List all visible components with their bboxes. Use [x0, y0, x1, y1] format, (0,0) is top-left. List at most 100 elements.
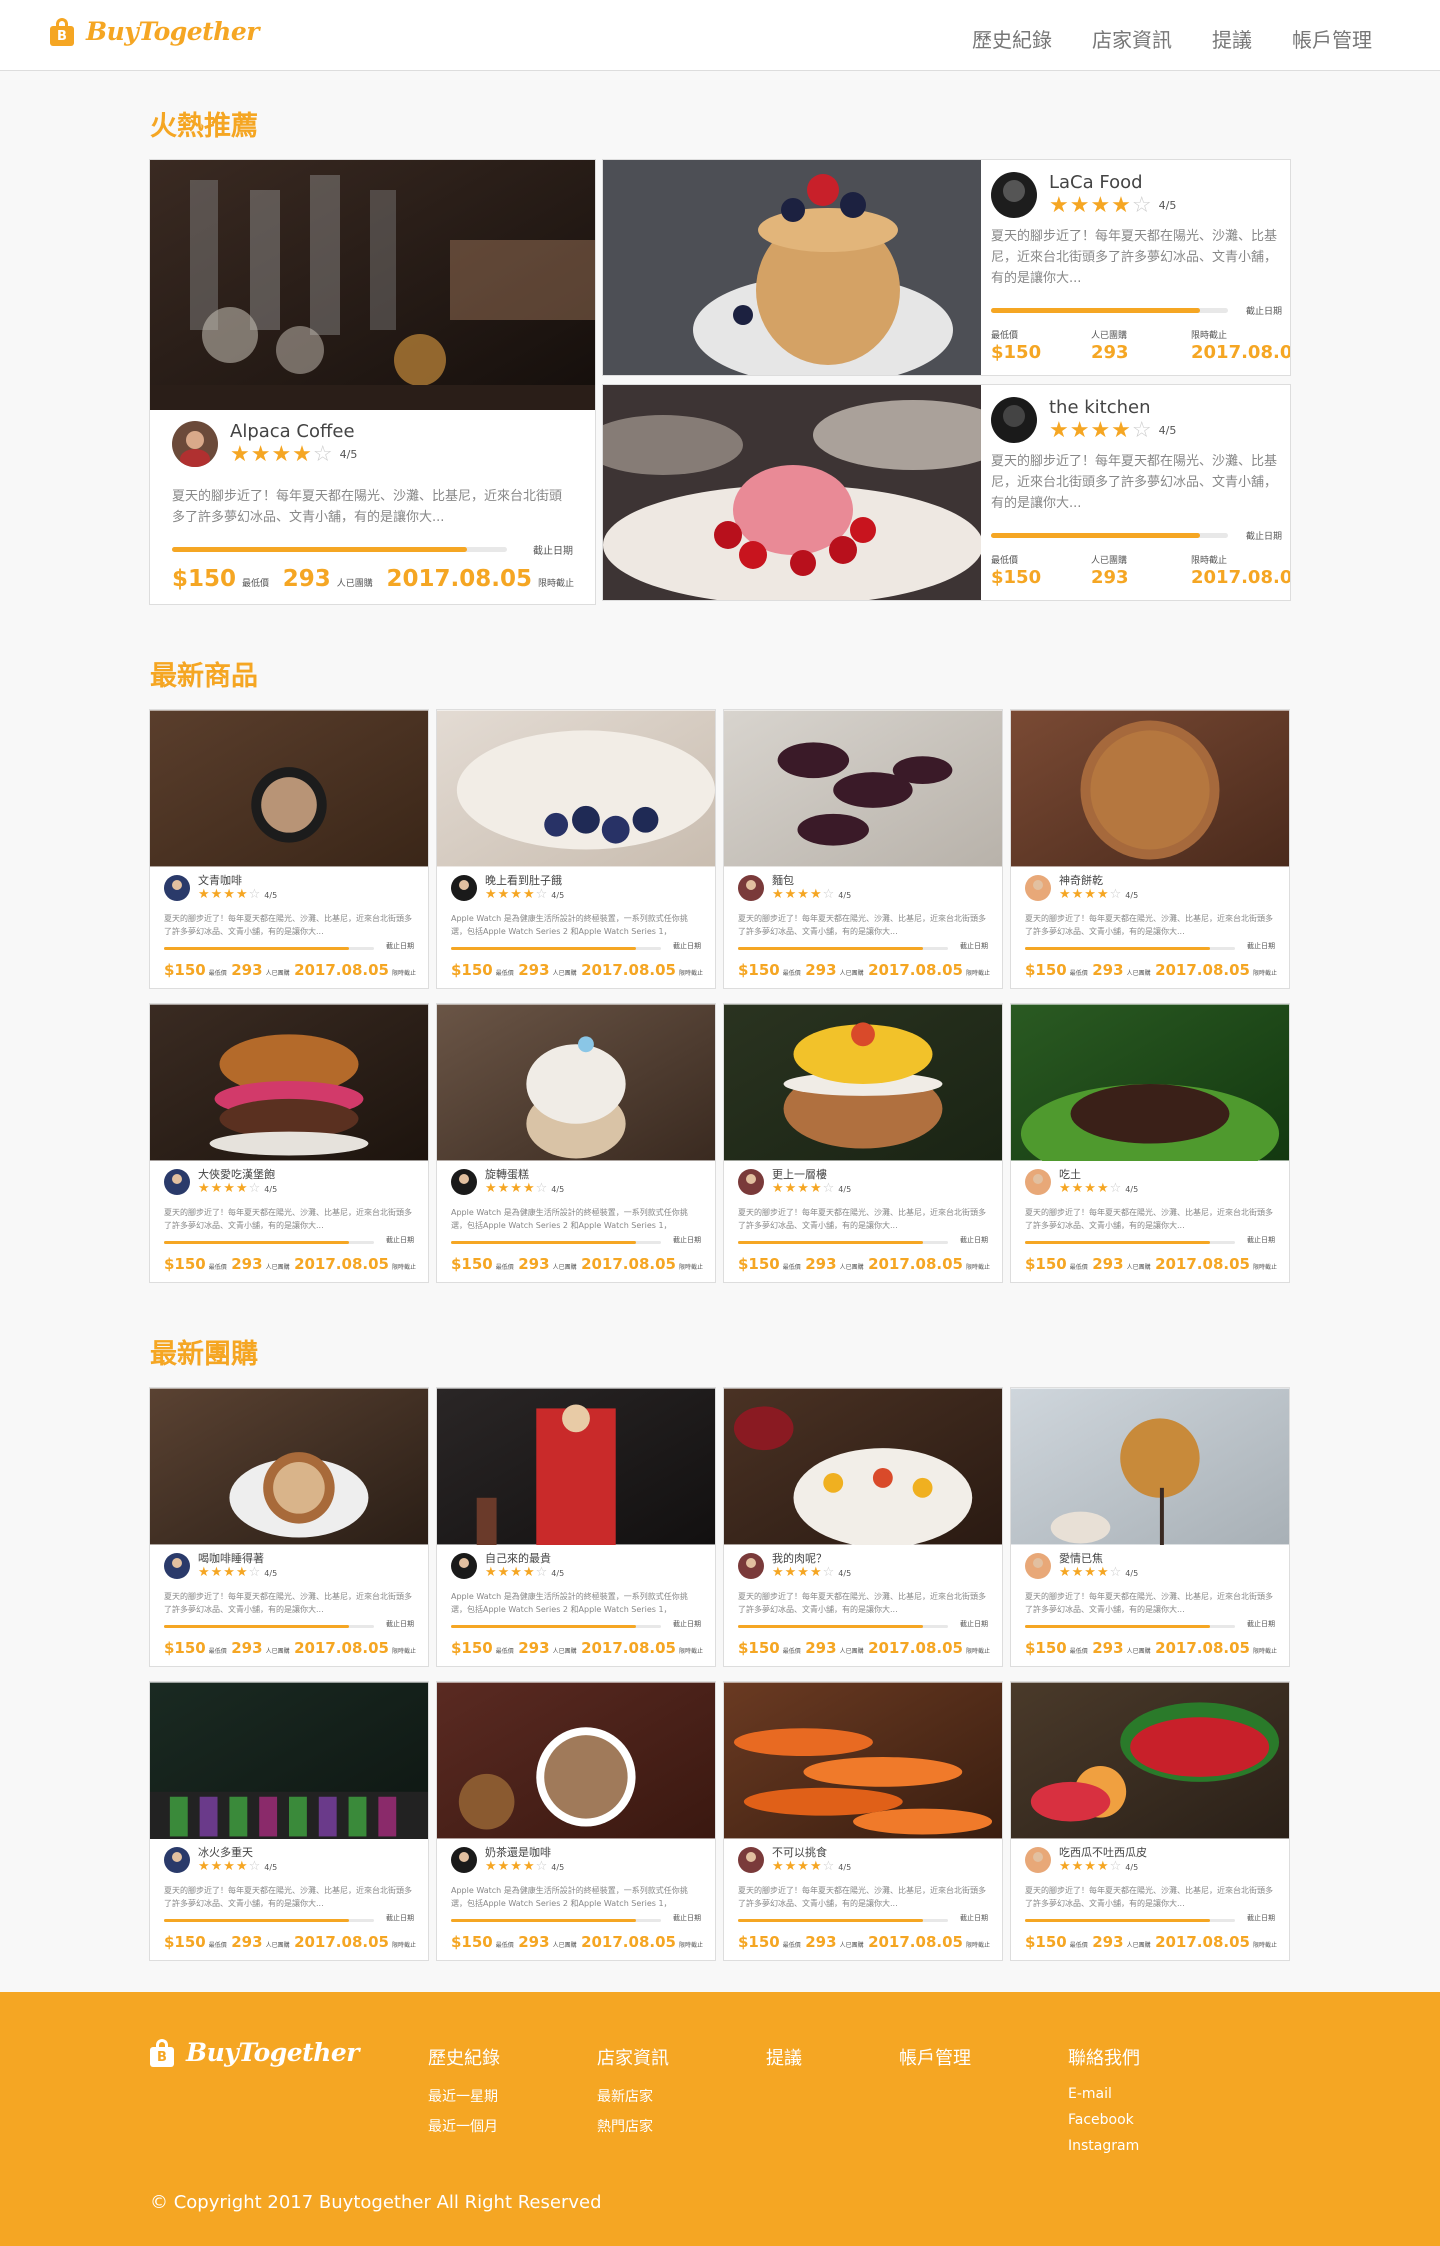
- product-image: [1011, 1388, 1289, 1545]
- product-card[interactable]: 文青咖啡 ★★★★☆ 4/5 夏天的腳步近了！每年夏天都在陽光、沙灘、比基尼，近來台北…: [149, 709, 429, 989]
- hot-card-small[interactable]: LaCa Food ★★★★☆ 4/5 夏天的腳步近了！每年夏天都在陽光、沙灘、…: [602, 159, 1291, 376]
- brand-name: BuyTogether: [86, 17, 259, 46]
- joined-count: 293: [231, 1255, 263, 1273]
- footer-link[interactable]: 最近一星期: [428, 2086, 500, 2106]
- footer-link[interactable]: 帳戶管理: [899, 2044, 971, 2070]
- min-price: $150: [451, 1639, 493, 1657]
- hot-card-small[interactable]: the kitchen ★★★★☆ 4/5 夏天的腳步近了！每年夏天都在陽光、沙…: [602, 384, 1291, 601]
- product-card[interactable]: 晚上看到肚子餓 ★★★★☆ 4/5 Apple Watch 是為健康生活所設計的終極裝…: [436, 709, 716, 989]
- nav-proposal[interactable]: 提議: [1212, 24, 1252, 53]
- deadline-date: 2017.08.05: [581, 961, 676, 979]
- deadline-label: 截止日期: [533, 546, 573, 557]
- rating-stars: ★★★★☆: [198, 887, 262, 902]
- product-description: Apple Watch 是為健康生活所設計的終極裝置，一系列款式任你挑選，包括A…: [451, 1208, 688, 1230]
- deadline-date: 2017.08.05: [868, 1255, 963, 1273]
- nav-history[interactable]: 歷史紀錄: [972, 24, 1052, 53]
- deadline-date: 2017.08.05: [581, 1255, 676, 1273]
- rating-value: 4/5: [1125, 1185, 1139, 1194]
- product-card[interactable]: 不可以挑食 ★★★★☆ 4/5 夏天的腳步近了！每年夏天都在陽光、沙灘、比基尼，近來台…: [723, 1681, 1003, 1961]
- min-price: $150: [1025, 1255, 1067, 1273]
- stats-row: $150 最低價 293 人已團購 2017.08.05 限時截止: [164, 1255, 416, 1273]
- stats-row: $150 293 2017.08.05: [991, 567, 1290, 588]
- deadline-label: 截止日期: [673, 1914, 701, 1922]
- product-description: 夏天的腳步近了！每年夏天都在陽光、沙灘、比基尼，近來台北街頭多了許多夢幻冰品、文…: [164, 914, 412, 936]
- avatar: [738, 1553, 764, 1579]
- product-name: 奶茶還是咖啡: [485, 1846, 551, 1859]
- rating-stars: ★★★★☆: [772, 1181, 836, 1196]
- deadline-date: 2017.08.05: [1155, 961, 1250, 979]
- footer-link[interactable]: 最新店家: [597, 2086, 669, 2106]
- rating-stars: ★★★★☆: [485, 1565, 549, 1580]
- product-card[interactable]: 麵包 ★★★★☆ 4/5 夏天的腳步近了！每年夏天都在陽光、沙灘、比基尼，近來台北街頭…: [723, 709, 1003, 989]
- deadline-label: 截止日期: [1245, 532, 1282, 542]
- store-name: Alpaca Coffee: [230, 421, 355, 442]
- rating-stars: ★★★★☆: [772, 1859, 836, 1874]
- rating-value: 4/5: [551, 1569, 565, 1578]
- min-price: $150: [1025, 1639, 1067, 1657]
- product-card[interactable]: 冰火多重天 ★★★★☆ 4/5 夏天的腳步近了！每年夏天都在陽光、沙灘、比基尼，近來台…: [149, 1681, 429, 1961]
- min-price: $150: [738, 1639, 780, 1657]
- deadline-date: 2017.08.05: [1155, 1933, 1250, 1951]
- group-progress-bar: [1025, 1625, 1235, 1628]
- product-card[interactable]: 更上一層樓 ★★★★☆ 4/5 夏天的腳步近了！每年夏天都在陽光、沙灘、比基尼，近來台…: [723, 1003, 1003, 1283]
- rating-stars: ★★★★☆: [485, 887, 549, 902]
- group-progress-bar: [738, 1625, 948, 1628]
- deadline-label: 截止日期: [673, 1620, 701, 1628]
- card-header: 愛情已焦 ★★★★☆ 4/5: [1025, 1552, 1138, 1580]
- product-card[interactable]: 自己來的最貴 ★★★★☆ 4/5 Apple Watch 是為健康生活所設計的終極裝置…: [436, 1387, 716, 1667]
- product-description: 夏天的腳步近了！每年夏天都在陽光、沙灘、比基尼，近來台北街頭多了許多夢幻冰品、文…: [164, 1208, 412, 1230]
- product-name: 冰火多重天: [198, 1846, 253, 1859]
- rating-value: 4/5: [264, 1863, 278, 1872]
- footer-link-instagram[interactable]: Instagram: [1068, 2138, 1140, 2154]
- product-card[interactable]: 大俠愛吃漢堡飽 ★★★★☆ 4/5 夏天的腳步近了！每年夏天都在陽光、沙灘、比基尼，近…: [149, 1003, 429, 1283]
- product-name: 喝咖啡睡得著: [198, 1552, 264, 1565]
- footer-link-email[interactable]: E-mail: [1068, 2086, 1140, 2102]
- product-image: [603, 160, 981, 375]
- footer-logo[interactable]: B BuyTogether: [150, 2038, 359, 2067]
- product-name: 愛情已焦: [1059, 1552, 1103, 1565]
- product-card[interactable]: 我的肉呢？ ★★★★☆ 4/5 夏天的腳步近了！每年夏天都在陽光、沙灘、比基尼，近來台…: [723, 1387, 1003, 1667]
- product-name: 文青咖啡: [198, 874, 242, 887]
- product-card[interactable]: 愛情已焦 ★★★★☆ 4/5 夏天的腳步近了！每年夏天都在陽光、沙灘、比基尼，近來台北…: [1010, 1387, 1290, 1667]
- product-card[interactable]: 吃土 ★★★★☆ 4/5 夏天的腳步近了！每年夏天都在陽光、沙灘、比基尼，近來台北街頭…: [1010, 1003, 1290, 1283]
- store-header: Alpaca Coffee ★★★★☆ 4/5: [172, 421, 357, 467]
- footer-link[interactable]: 熱門店家: [597, 2116, 669, 2136]
- product-name: 晚上看到肚子餓: [485, 874, 562, 887]
- product-description: Apple Watch 是為健康生活所設計的終極裝置，一系列款式任你挑選，包括A…: [451, 914, 688, 936]
- card-header: 吃土 ★★★★☆ 4/5: [1025, 1168, 1138, 1196]
- product-name: 自己來的最貴: [485, 1552, 551, 1565]
- nav-store-info[interactable]: 店家資訊: [1092, 24, 1172, 53]
- hot-card-featured[interactable]: Alpaca Coffee ★★★★☆ 4/5 夏天的腳步近了！每年夏天都在陽光…: [149, 159, 596, 605]
- product-card[interactable]: 吃西瓜不吐西瓜皮 ★★★★☆ 4/5 夏天的腳步近了！每年夏天都在陽光、沙灘、比基尼，…: [1010, 1681, 1290, 1961]
- rating-stars: ★★★★☆: [198, 1181, 262, 1196]
- rating-stars: ★★★★☆: [230, 442, 334, 467]
- footer-link[interactable]: 最近一個月: [428, 2116, 500, 2136]
- rating-value: 4/5: [1125, 891, 1139, 900]
- card-header: 吃西瓜不吐西瓜皮 ★★★★☆ 4/5: [1025, 1846, 1147, 1874]
- brand-logo[interactable]: B BuyTogether: [50, 17, 259, 46]
- product-card[interactable]: 奶茶還是咖啡 ★★★★☆ 4/5 Apple Watch 是為健康生活所設計的終極裝置…: [436, 1681, 716, 1961]
- footer-link-facebook[interactable]: Facebook: [1068, 2112, 1140, 2128]
- product-image: [724, 710, 1002, 867]
- rating-value: 4/5: [838, 1863, 852, 1872]
- deadline-label: 截止日期: [960, 1620, 988, 1628]
- footer-col-contact: 聯絡我們 E-mail Facebook Instagram: [1068, 2048, 1140, 2154]
- product-name: 神奇餅乾: [1059, 874, 1103, 887]
- product-description: 夏天的腳步近了！每年夏天都在陽光、沙灘、比基尼，近來台北街頭多了許多夢幻冰品、文…: [738, 1886, 986, 1908]
- nav-account[interactable]: 帳戶管理: [1292, 24, 1372, 53]
- avatar: [451, 875, 477, 901]
- rating-value: 4/5: [339, 448, 358, 461]
- product-name: 更上一層樓: [772, 1168, 827, 1181]
- store-header: the kitchen ★★★★☆ 4/5: [991, 397, 1280, 443]
- product-card[interactable]: 喝咖啡睡得著 ★★★★☆ 4/5 夏天的腳步近了！每年夏天都在陽光、沙灘、比基尼，近來…: [149, 1387, 429, 1667]
- store-description: 夏天的腳步近了！每年夏天都在陽光、沙灘、比基尼，近來台北街頭多了許多夢幻冰品、文…: [991, 454, 1278, 511]
- product-card[interactable]: 旋轉蛋糕 ★★★★☆ 4/5 Apple Watch 是為健康生活所設計的終極裝置，一…: [436, 1003, 716, 1283]
- footer-brand-name: BuyTogether: [186, 2038, 359, 2067]
- deadline-date: 2017.08.05: [1191, 567, 1290, 588]
- avatar: [1025, 1847, 1051, 1873]
- rating-value: 4/5: [838, 1569, 852, 1578]
- stats-row: $150 最低價 293 人已團購 2017.08.05 限時截止: [738, 1933, 990, 1951]
- product-card[interactable]: 神奇餅乾 ★★★★☆ 4/5 夏天的腳步近了！每年夏天都在陽光、沙灘、比基尼，近來台北…: [1010, 709, 1290, 989]
- stats-row: $150 最低價 293 人已團購 2017.08.05 限時截止: [1025, 1933, 1277, 1951]
- footer-link[interactable]: 提議: [766, 2044, 802, 2070]
